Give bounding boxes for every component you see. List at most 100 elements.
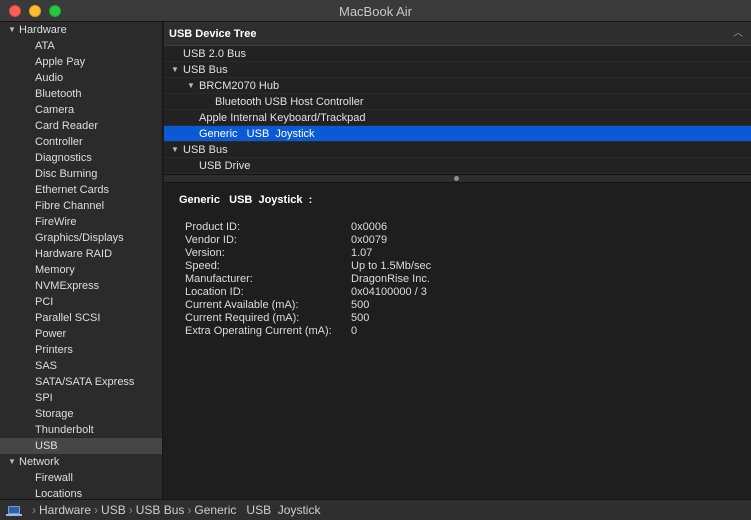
property-row: Vendor ID: 0x0079	[185, 234, 431, 247]
laptop-icon[interactable]	[6, 506, 22, 516]
property-value: 1.07	[351, 247, 373, 259]
path-bar: › Hardware › USB › USB Bus › Generic USB Joysti…	[0, 499, 751, 520]
sidebar-item-thunderbolt[interactable]: Thunderbolt	[0, 422, 162, 438]
disclosure-triangle-icon[interactable]: ▼	[171, 62, 179, 78]
sidebar-item-parallel-scsi[interactable]: Parallel SCSI	[0, 310, 162, 326]
disclosure-triangle-icon[interactable]: ▼	[8, 454, 16, 470]
property-list: Product ID: 0x0006 Vendor ID: 0x0079 Versi…	[185, 221, 431, 338]
detail-title: Generic USB Joystick :	[179, 194, 313, 206]
property-key: Current Required (mA):	[185, 312, 300, 324]
sidebar-item-audio[interactable]: Audio	[0, 70, 162, 86]
tree-row-label: Generic USB Joystick	[199, 128, 315, 140]
property-value: 500	[351, 312, 370, 324]
tree-row[interactable]: USB 2.0 Bus	[164, 46, 751, 62]
tree-row-label: USB 2.0 Bus	[183, 48, 246, 60]
property-row: Current Required (mA): 500	[185, 312, 431, 325]
tree-row-label: USB Bus	[183, 64, 228, 76]
sort-chevron-icon[interactable]: ︿	[733, 22, 743, 46]
breadcrumb-item-hardware[interactable]: Hardware	[39, 503, 91, 517]
sidebar-item-card-reader[interactable]: Card Reader	[0, 118, 162, 134]
sidebar-item-graphics-displays[interactable]: Graphics/Displays	[0, 230, 162, 246]
chevron-right-icon: ›	[187, 503, 192, 517]
sidebar-item-camera[interactable]: Camera	[0, 102, 162, 118]
breadcrumb-item-joystick[interactable]: Generic USB Joystick	[194, 503, 320, 517]
chevron-right-icon: ›	[32, 503, 36, 517]
divider-grip-icon[interactable]	[454, 176, 459, 181]
disclosure-triangle-icon[interactable]: ▼	[8, 22, 16, 38]
sidebar-group-label: Hardware	[19, 24, 67, 36]
sidebar-item-apple-pay[interactable]: Apple Pay	[0, 54, 162, 70]
sidebar-item-ethernet-cards[interactable]: Ethernet Cards	[0, 182, 162, 198]
tree-row-label: BRCM2070 Hub	[199, 80, 280, 92]
tree-row-label: Apple Internal Keyboard/Trackpad	[199, 112, 366, 124]
breadcrumb-item-usb[interactable]: USB	[101, 503, 126, 517]
sidebar-item-usb[interactable]: USB	[0, 438, 162, 454]
property-value: 0	[351, 325, 358, 337]
sidebar[interactable]: ▼ Hardware ATA Apple Pay Audio Bluetooth…	[0, 22, 163, 499]
tree-row[interactable]: ▼ USB Bus	[164, 62, 751, 78]
detail-pane: Generic USB Joystick : Product ID: 0x0006…	[164, 183, 751, 499]
sidebar-item-pci[interactable]: PCI	[0, 294, 162, 310]
sidebar-item-ata[interactable]: ATA	[0, 38, 162, 54]
tree-row-label: Bluetooth USB Host Controller	[215, 96, 364, 108]
sidebar-item-hardware-raid[interactable]: Hardware RAID	[0, 246, 162, 262]
property-value: 0x04100000 / 3	[351, 286, 427, 298]
property-key: Speed:	[185, 260, 220, 272]
sidebar-item-power[interactable]: Power	[0, 326, 162, 342]
split-view-divider[interactable]	[164, 174, 751, 183]
property-value: 500	[351, 299, 370, 311]
property-row: Extra Operating Current (mA): 0	[185, 325, 431, 338]
property-value: DragonRise Inc.	[351, 273, 430, 285]
tree-header[interactable]: USB Device Tree ︿	[164, 22, 751, 46]
tree-header-label: USB Device Tree	[169, 28, 257, 40]
sidebar-item-fibre-channel[interactable]: Fibre Channel	[0, 198, 162, 214]
property-key: Location ID:	[185, 286, 244, 298]
property-row: Current Available (mA): 500	[185, 299, 431, 312]
tree-row-label: USB Drive	[199, 160, 251, 172]
property-key: Current Available (mA):	[185, 299, 299, 311]
sidebar-item-firewall[interactable]: Firewall	[0, 470, 162, 486]
sidebar-item-controller[interactable]: Controller	[0, 134, 162, 150]
sidebar-item-disc-burning[interactable]: Disc Burning	[0, 166, 162, 182]
sidebar-item-diagnostics[interactable]: Diagnostics	[0, 150, 162, 166]
tree-row[interactable]: ▼ USB Bus	[164, 142, 751, 158]
chevron-right-icon: ›	[128, 503, 133, 517]
tree-row-selected[interactable]: Generic USB Joystick	[164, 126, 751, 142]
sidebar-item-firewire[interactable]: FireWire	[0, 214, 162, 230]
disclosure-triangle-icon[interactable]: ▼	[171, 142, 179, 158]
breadcrumb: › Hardware › USB › USB Bus › Generic USB Joysti…	[29, 500, 320, 520]
tree-row[interactable]: Apple Internal Keyboard/Trackpad	[164, 110, 751, 126]
property-key: Manufacturer:	[185, 273, 253, 285]
tree-row-label: USB Bus	[183, 144, 228, 156]
breadcrumb-item-usb-bus[interactable]: USB Bus	[136, 503, 185, 517]
property-key: Version:	[185, 247, 225, 259]
usb-device-tree[interactable]: USB Device Tree ︿ USB 2.0 Bus ▼ USB Bus …	[164, 22, 751, 174]
sidebar-item-sas[interactable]: SAS	[0, 358, 162, 374]
disclosure-triangle-icon[interactable]: ▼	[187, 78, 195, 94]
sidebar-group-hardware[interactable]: ▼ Hardware	[0, 22, 162, 38]
sidebar-item-sata[interactable]: SATA/SATA Express	[0, 374, 162, 390]
property-value: Up to 1.5Mb/sec	[351, 260, 432, 272]
property-value: 0x0079	[351, 234, 388, 246]
sidebar-item-storage[interactable]: Storage	[0, 406, 162, 422]
property-key: Vendor ID:	[185, 234, 237, 246]
title-bar: MacBook Air	[0, 0, 751, 22]
property-value: 0x0006	[351, 221, 388, 233]
property-row: Version: 1.07	[185, 247, 431, 260]
sidebar-group-network[interactable]: ▼ Network	[0, 454, 162, 470]
tree-row[interactable]: Bluetooth USB Host Controller	[164, 94, 751, 110]
property-row: Location ID: 0x04100000 / 3	[185, 286, 431, 299]
tree-row[interactable]: ▼ BRCM2070 Hub	[164, 78, 751, 94]
sidebar-item-nvmexpress[interactable]: NVMExpress	[0, 278, 162, 294]
sidebar-item-locations[interactable]: Locations	[0, 486, 162, 499]
property-row: Product ID: 0x0006	[185, 221, 431, 234]
sidebar-group-label: Network	[19, 456, 60, 468]
property-key: Product ID:	[185, 221, 241, 233]
sidebar-item-printers[interactable]: Printers	[0, 342, 162, 358]
sidebar-item-memory[interactable]: Memory	[0, 262, 162, 278]
property-key: Extra Operating Current (mA):	[185, 325, 332, 337]
sidebar-item-spi[interactable]: SPI	[0, 390, 162, 406]
sidebar-item-bluetooth[interactable]: Bluetooth	[0, 86, 162, 102]
tree-row[interactable]: USB Drive	[164, 158, 751, 174]
window-title: MacBook Air	[339, 4, 412, 19]
